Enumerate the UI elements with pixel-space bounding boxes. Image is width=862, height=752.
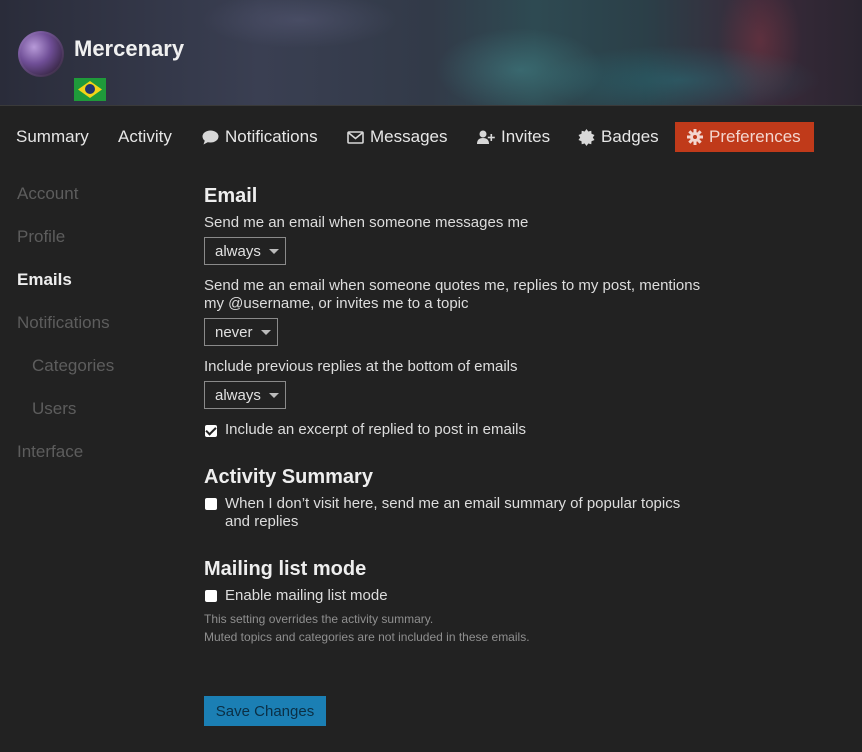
- activity-summary-label: When I don’t visit here, send me an emai…: [225, 495, 681, 530]
- tab-label: Invites: [501, 127, 551, 146]
- mailing-list-checkbox[interactable]: [205, 590, 217, 602]
- tab-label: Summary: [16, 127, 89, 146]
- messages-email-select[interactable]: always: [204, 237, 286, 265]
- tab-label: Activity: [118, 127, 172, 146]
- profile-tabs: Summary Activity Notifications Messages …: [0, 122, 862, 152]
- tab-messages[interactable]: Messages: [347, 122, 447, 152]
- quotes-email-select[interactable]: never: [204, 318, 278, 346]
- sidebar-item-notifications[interactable]: Notifications: [17, 313, 110, 333]
- activity-summary-heading: Activity Summary: [204, 466, 373, 488]
- sidebar-item-users[interactable]: Users: [32, 399, 76, 419]
- select-value: always: [215, 242, 261, 260]
- caret-down-icon: [260, 329, 271, 335]
- excerpt-checkbox[interactable]: [205, 425, 217, 437]
- messages-email-label: Send me an email when someone messages m…: [204, 214, 529, 231]
- caret-down-icon: [268, 248, 279, 254]
- previous-replies-select[interactable]: always: [204, 381, 286, 409]
- previous-replies-label: Include previous replies at the bottom o…: [204, 358, 518, 375]
- envelope-icon: [347, 130, 364, 144]
- sidebar-item-profile[interactable]: Profile: [17, 227, 65, 247]
- sidebar-item-interface[interactable]: Interface: [17, 442, 83, 462]
- tab-label: Badges: [601, 127, 659, 146]
- tab-summary[interactable]: Summary: [16, 122, 89, 152]
- comment-icon: [202, 130, 219, 145]
- certificate-icon: [578, 128, 595, 146]
- tab-invites[interactable]: Invites: [477, 122, 550, 152]
- brazil-flag-icon: [74, 78, 106, 101]
- caret-down-icon: [268, 392, 279, 398]
- username: Mercenary: [74, 36, 185, 61]
- tab-notifications[interactable]: Notifications: [202, 122, 318, 152]
- mailing-list-heading: Mailing list mode: [204, 558, 367, 580]
- excerpt-label: Include an excerpt of replied to post in…: [225, 421, 527, 438]
- sidebar-item-account[interactable]: Account: [17, 184, 78, 204]
- select-value: never: [215, 323, 253, 341]
- tab-preferences[interactable]: Preferences: [675, 122, 814, 152]
- sidebar-item-categories[interactable]: Categories: [32, 356, 114, 376]
- tab-badges[interactable]: Badges: [578, 122, 659, 152]
- mailing-list-note: Muted topics and categories are not incl…: [204, 630, 530, 644]
- user-plus-icon: [477, 130, 495, 145]
- tab-activity[interactable]: Activity: [118, 122, 172, 152]
- gear-icon: [687, 129, 703, 145]
- sidebar-item-emails[interactable]: Emails: [17, 270, 72, 290]
- save-changes-button[interactable]: Save Changes: [204, 696, 326, 726]
- email-heading: Email: [204, 185, 258, 207]
- mailing-list-label: Enable mailing list mode: [225, 587, 388, 604]
- activity-summary-checkbox[interactable]: [205, 498, 217, 510]
- select-value: always: [215, 386, 261, 404]
- quotes-email-label: Send me an email when someone quotes me,…: [204, 277, 701, 312]
- mailing-list-note: This setting overrides the activity summ…: [204, 612, 434, 626]
- tab-label: Messages: [370, 127, 448, 146]
- avatar[interactable]: [18, 31, 64, 77]
- tab-label: Notifications: [225, 127, 318, 146]
- tab-label: Preferences: [709, 127, 801, 146]
- profile-banner: Mercenary: [0, 0, 862, 106]
